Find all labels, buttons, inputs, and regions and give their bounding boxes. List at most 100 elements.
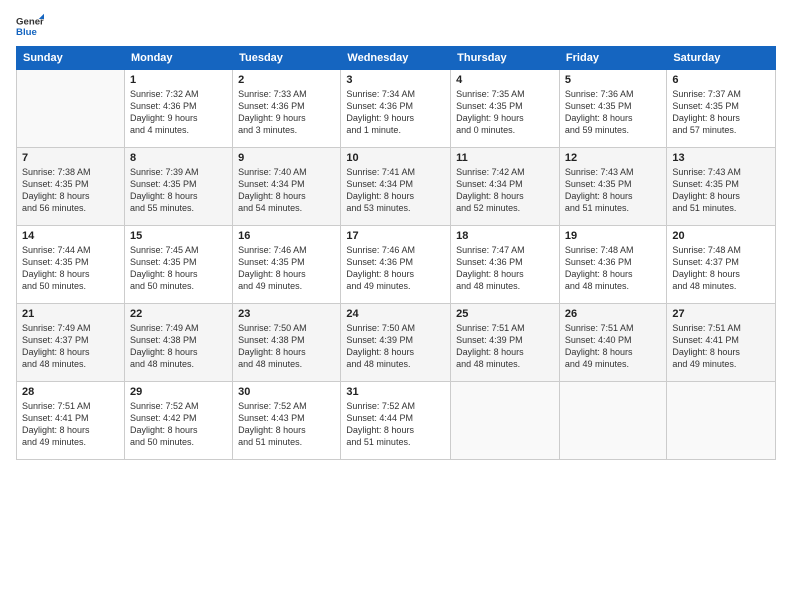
day-cell: 13Sunrise: 7:43 AM Sunset: 4:35 PM Dayli… <box>667 148 776 226</box>
day-info: Sunrise: 7:37 AM Sunset: 4:35 PM Dayligh… <box>672 88 770 137</box>
day-number: 9 <box>238 152 335 164</box>
day-number: 12 <box>565 152 661 164</box>
col-header-saturday: Saturday <box>667 47 776 70</box>
day-info: Sunrise: 7:34 AM Sunset: 4:36 PM Dayligh… <box>346 88 445 137</box>
day-number: 4 <box>456 74 554 86</box>
day-cell: 7 Sunrise: 7:38 AM Sunset: 4:35 PM Daylig… <box>17 148 125 226</box>
day-number: 21 <box>22 308 119 320</box>
day-info: Sunrise: 7:40 AM Sunset: 4:34 PM Dayligh… <box>238 166 335 215</box>
col-header-friday: Friday <box>559 47 666 70</box>
day-cell: 28 Sunrise: 7:51 AM Sunset: 4:41 PM Dayli… <box>17 382 125 460</box>
day-cell: 25 Sunrise: 7:51 AM Sunset: 4:39 PM Dayli… <box>451 304 560 382</box>
svg-text:Blue: Blue <box>16 27 37 38</box>
day-number: 3 <box>346 74 445 86</box>
day-number: 1 <box>130 74 227 86</box>
day-cell: 29Sunrise: 7:52 AM Sunset: 4:42 PM Dayli… <box>124 382 232 460</box>
day-number: 8 <box>130 152 227 164</box>
header: General Blue <box>16 12 776 40</box>
day-number: 13 <box>672 152 770 164</box>
day-number: 6 <box>672 74 770 86</box>
col-header-monday: Monday <box>124 47 232 70</box>
day-info: Sunrise: 7:41 AM Sunset: 4:34 PM Dayligh… <box>346 166 445 215</box>
day-number: 19 <box>565 230 661 242</box>
day-number: 29 <box>130 386 227 398</box>
day-cell: 20 Sunrise: 7:48 AM Sunset: 4:37 PM Dayli… <box>667 226 776 304</box>
header-row: SundayMondayTuesdayWednesdayThursdayFrid… <box>17 47 776 70</box>
day-cell: 15 Sunrise: 7:45 AM Sunset: 4:35 PM Dayli… <box>124 226 232 304</box>
week-row-2: 7 Sunrise: 7:38 AM Sunset: 4:35 PM Daylig… <box>17 148 776 226</box>
day-cell: 18Sunrise: 7:47 AM Sunset: 4:36 PM Dayli… <box>451 226 560 304</box>
day-number: 28 <box>22 386 119 398</box>
svg-text:General: General <box>16 16 44 27</box>
day-info: Sunrise: 7:36 AM Sunset: 4:35 PM Dayligh… <box>565 88 661 137</box>
day-cell: 2 Sunrise: 7:33 AM Sunset: 4:36 PM Daylig… <box>233 70 341 148</box>
day-number: 27 <box>672 308 770 320</box>
day-info: Sunrise: 7:39 AM Sunset: 4:35 PM Dayligh… <box>130 166 227 215</box>
day-number: 26 <box>565 308 661 320</box>
day-number: 7 <box>22 152 119 164</box>
day-cell: 16Sunrise: 7:46 AM Sunset: 4:35 PM Dayli… <box>233 226 341 304</box>
day-number: 20 <box>672 230 770 242</box>
day-cell: 8 Sunrise: 7:39 AM Sunset: 4:35 PM Daylig… <box>124 148 232 226</box>
day-number: 15 <box>130 230 227 242</box>
calendar-table: SundayMondayTuesdayWednesdayThursdayFrid… <box>16 46 776 460</box>
day-cell: 9 Sunrise: 7:40 AM Sunset: 4:34 PM Daylig… <box>233 148 341 226</box>
day-cell <box>451 382 560 460</box>
day-info: Sunrise: 7:51 AM Sunset: 4:40 PM Dayligh… <box>565 322 661 371</box>
day-info: Sunrise: 7:51 AM Sunset: 4:41 PM Dayligh… <box>22 400 119 449</box>
day-number: 30 <box>238 386 335 398</box>
day-info: Sunrise: 7:45 AM Sunset: 4:35 PM Dayligh… <box>130 244 227 293</box>
col-header-tuesday: Tuesday <box>233 47 341 70</box>
day-number: 5 <box>565 74 661 86</box>
day-cell: 10 Sunrise: 7:41 AM Sunset: 4:34 PM Dayli… <box>341 148 451 226</box>
day-number: 2 <box>238 74 335 86</box>
day-cell <box>559 382 666 460</box>
logo-icon: General Blue <box>16 12 44 40</box>
day-info: Sunrise: 7:33 AM Sunset: 4:36 PM Dayligh… <box>238 88 335 137</box>
day-info: Sunrise: 7:32 AM Sunset: 4:36 PM Dayligh… <box>130 88 227 137</box>
day-cell: 19Sunrise: 7:48 AM Sunset: 4:36 PM Dayli… <box>559 226 666 304</box>
day-cell <box>667 382 776 460</box>
day-number: 18 <box>456 230 554 242</box>
day-info: Sunrise: 7:38 AM Sunset: 4:35 PM Dayligh… <box>22 166 119 215</box>
day-info: Sunrise: 7:51 AM Sunset: 4:41 PM Dayligh… <box>672 322 770 371</box>
day-number: 10 <box>346 152 445 164</box>
day-cell: 17Sunrise: 7:46 AM Sunset: 4:36 PM Dayli… <box>341 226 451 304</box>
day-number: 22 <box>130 308 227 320</box>
day-cell: 14Sunrise: 7:44 AM Sunset: 4:35 PM Dayli… <box>17 226 125 304</box>
day-cell: 5 Sunrise: 7:36 AM Sunset: 4:35 PM Daylig… <box>559 70 666 148</box>
week-row-1: 1 Sunrise: 7:32 AM Sunset: 4:36 PM Daylig… <box>17 70 776 148</box>
week-row-3: 14Sunrise: 7:44 AM Sunset: 4:35 PM Dayli… <box>17 226 776 304</box>
day-number: 11 <box>456 152 554 164</box>
day-cell: 23Sunrise: 7:50 AM Sunset: 4:38 PM Dayli… <box>233 304 341 382</box>
day-number: 14 <box>22 230 119 242</box>
day-info: Sunrise: 7:49 AM Sunset: 4:38 PM Dayligh… <box>130 322 227 371</box>
day-cell: 22 Sunrise: 7:49 AM Sunset: 4:38 PM Dayli… <box>124 304 232 382</box>
col-header-sunday: Sunday <box>17 47 125 70</box>
day-info: Sunrise: 7:52 AM Sunset: 4:43 PM Dayligh… <box>238 400 335 449</box>
page: General Blue SundayMondayTuesdayWednesda… <box>0 0 792 612</box>
day-number: 24 <box>346 308 445 320</box>
day-info: Sunrise: 7:49 AM Sunset: 4:37 PM Dayligh… <box>22 322 119 371</box>
day-cell: 3 Sunrise: 7:34 AM Sunset: 4:36 PM Daylig… <box>341 70 451 148</box>
day-cell <box>17 70 125 148</box>
day-cell: 21 Sunrise: 7:49 AM Sunset: 4:37 PM Dayli… <box>17 304 125 382</box>
day-number: 25 <box>456 308 554 320</box>
col-header-thursday: Thursday <box>451 47 560 70</box>
day-info: Sunrise: 7:35 AM Sunset: 4:35 PM Dayligh… <box>456 88 554 137</box>
day-cell: 26 Sunrise: 7:51 AM Sunset: 4:40 PM Dayli… <box>559 304 666 382</box>
day-info: Sunrise: 7:43 AM Sunset: 4:35 PM Dayligh… <box>565 166 661 215</box>
day-info: Sunrise: 7:50 AM Sunset: 4:39 PM Dayligh… <box>346 322 445 371</box>
day-number: 23 <box>238 308 335 320</box>
col-header-wednesday: Wednesday <box>341 47 451 70</box>
logo: General Blue <box>16 12 44 40</box>
day-cell: 31Sunrise: 7:52 AM Sunset: 4:44 PM Dayli… <box>341 382 451 460</box>
day-info: Sunrise: 7:42 AM Sunset: 4:34 PM Dayligh… <box>456 166 554 215</box>
day-info: Sunrise: 7:48 AM Sunset: 4:37 PM Dayligh… <box>672 244 770 293</box>
day-cell: 30 Sunrise: 7:52 AM Sunset: 4:43 PM Dayli… <box>233 382 341 460</box>
day-info: Sunrise: 7:51 AM Sunset: 4:39 PM Dayligh… <box>456 322 554 371</box>
day-cell: 12 Sunrise: 7:43 AM Sunset: 4:35 PM Dayli… <box>559 148 666 226</box>
day-info: Sunrise: 7:46 AM Sunset: 4:36 PM Dayligh… <box>346 244 445 293</box>
day-cell: 11 Sunrise: 7:42 AM Sunset: 4:34 PM Dayli… <box>451 148 560 226</box>
day-cell: 6 Sunrise: 7:37 AM Sunset: 4:35 PM Daylig… <box>667 70 776 148</box>
